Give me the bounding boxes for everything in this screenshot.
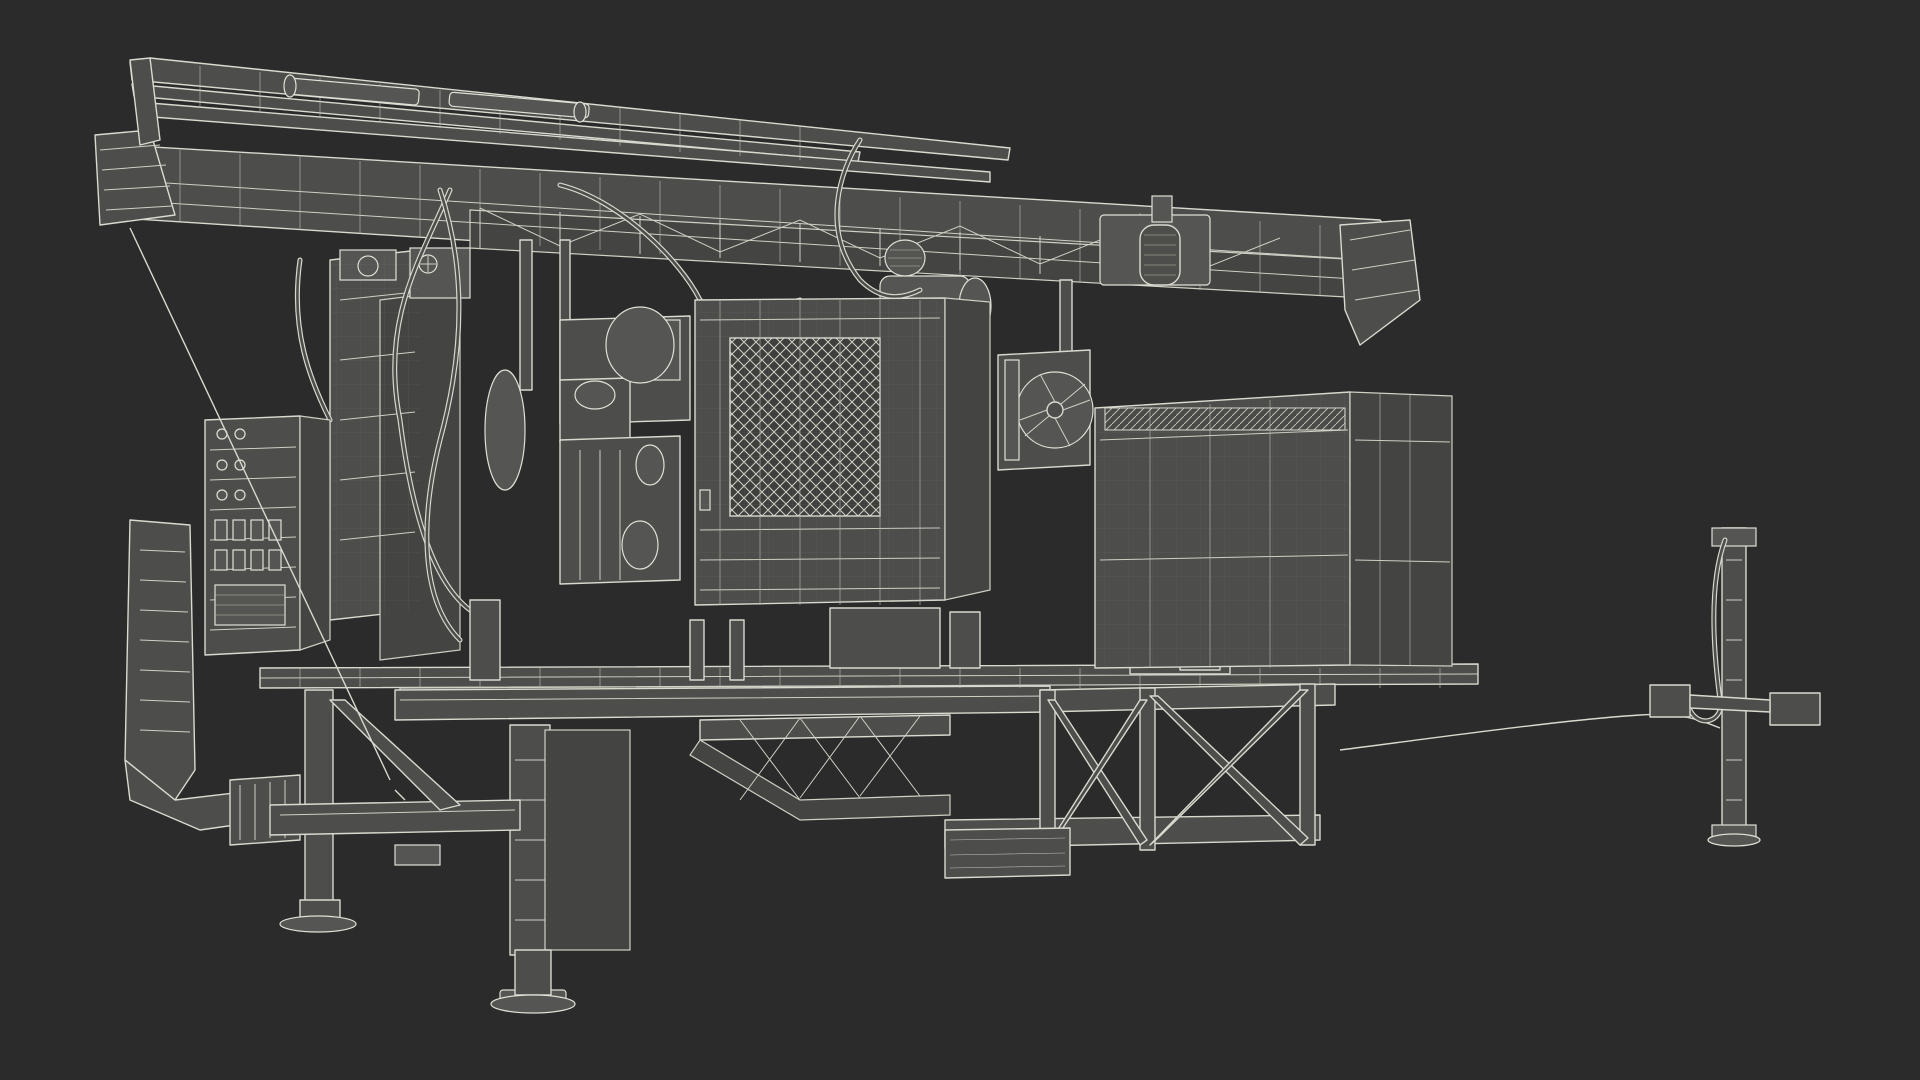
support-legs [269,689,631,1014]
control-panel [204,415,331,656]
render-viewport [0,0,1920,1080]
drilling-rig-render [94,57,1821,1014]
pump-assembly [484,306,691,585]
radiator-fan [997,349,1094,471]
